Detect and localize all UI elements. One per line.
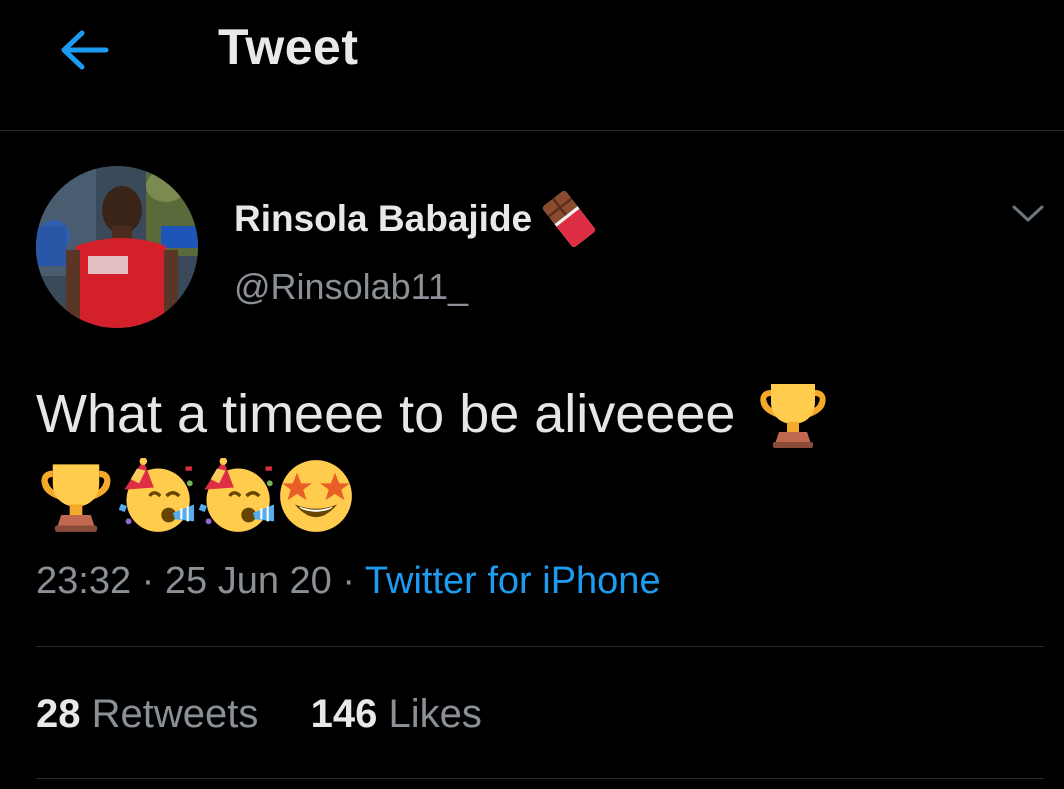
chevron-down-icon bbox=[1012, 205, 1044, 222]
header-divider bbox=[0, 130, 1064, 131]
tweet-meta: 23:32 · 25 Jun 20 · Twitter for iPhone bbox=[36, 560, 661, 603]
retweets-label: Retweets bbox=[91, 692, 259, 736]
partying-face-icon bbox=[118, 458, 194, 534]
stats-divider bbox=[36, 778, 1044, 779]
likes-count: 146 bbox=[310, 692, 378, 736]
author-name-text: Rinsola Babajide bbox=[234, 198, 533, 239]
chocolate-bar-icon bbox=[543, 191, 596, 247]
more-options-button[interactable] bbox=[1000, 194, 1056, 234]
tweet-emoji-line bbox=[38, 456, 354, 536]
tweet-source-link[interactable]: Twitter for iPhone bbox=[365, 560, 661, 602]
app-header: Tweet bbox=[0, 0, 1064, 130]
avatar[interactable] bbox=[36, 166, 198, 328]
author-name[interactable]: Rinsola Babajide bbox=[234, 190, 598, 248]
tweet-text: What a timeee to be aliveeee bbox=[36, 378, 829, 450]
back-button[interactable] bbox=[52, 22, 116, 78]
author-handle[interactable]: @Rinsolab11_ bbox=[234, 266, 468, 308]
trophy-icon bbox=[38, 458, 114, 534]
tweet-date: 25 Jun 20 bbox=[164, 560, 332, 602]
likes-stat[interactable]: 146 Likes bbox=[311, 692, 482, 736]
retweets-stat[interactable]: 28 Retweets bbox=[36, 692, 270, 736]
avatar-image bbox=[36, 166, 198, 328]
meta-divider bbox=[36, 646, 1044, 647]
arrow-left-icon bbox=[61, 30, 109, 70]
likes-label: Likes bbox=[388, 692, 482, 736]
partying-face-icon bbox=[198, 458, 274, 534]
retweets-count: 28 bbox=[36, 692, 81, 736]
star-struck-icon bbox=[278, 458, 354, 534]
tweet-stats: 28 Retweets 146 Likes bbox=[36, 692, 482, 737]
tweet-text-body: What a timeee to be aliveeee bbox=[36, 384, 736, 444]
tweet-time: 23:32 bbox=[36, 560, 132, 602]
meta-separator: · bbox=[141, 560, 155, 602]
page-title: Tweet bbox=[218, 19, 359, 75]
meta-separator: · bbox=[342, 560, 356, 602]
trophy-icon bbox=[757, 378, 829, 450]
